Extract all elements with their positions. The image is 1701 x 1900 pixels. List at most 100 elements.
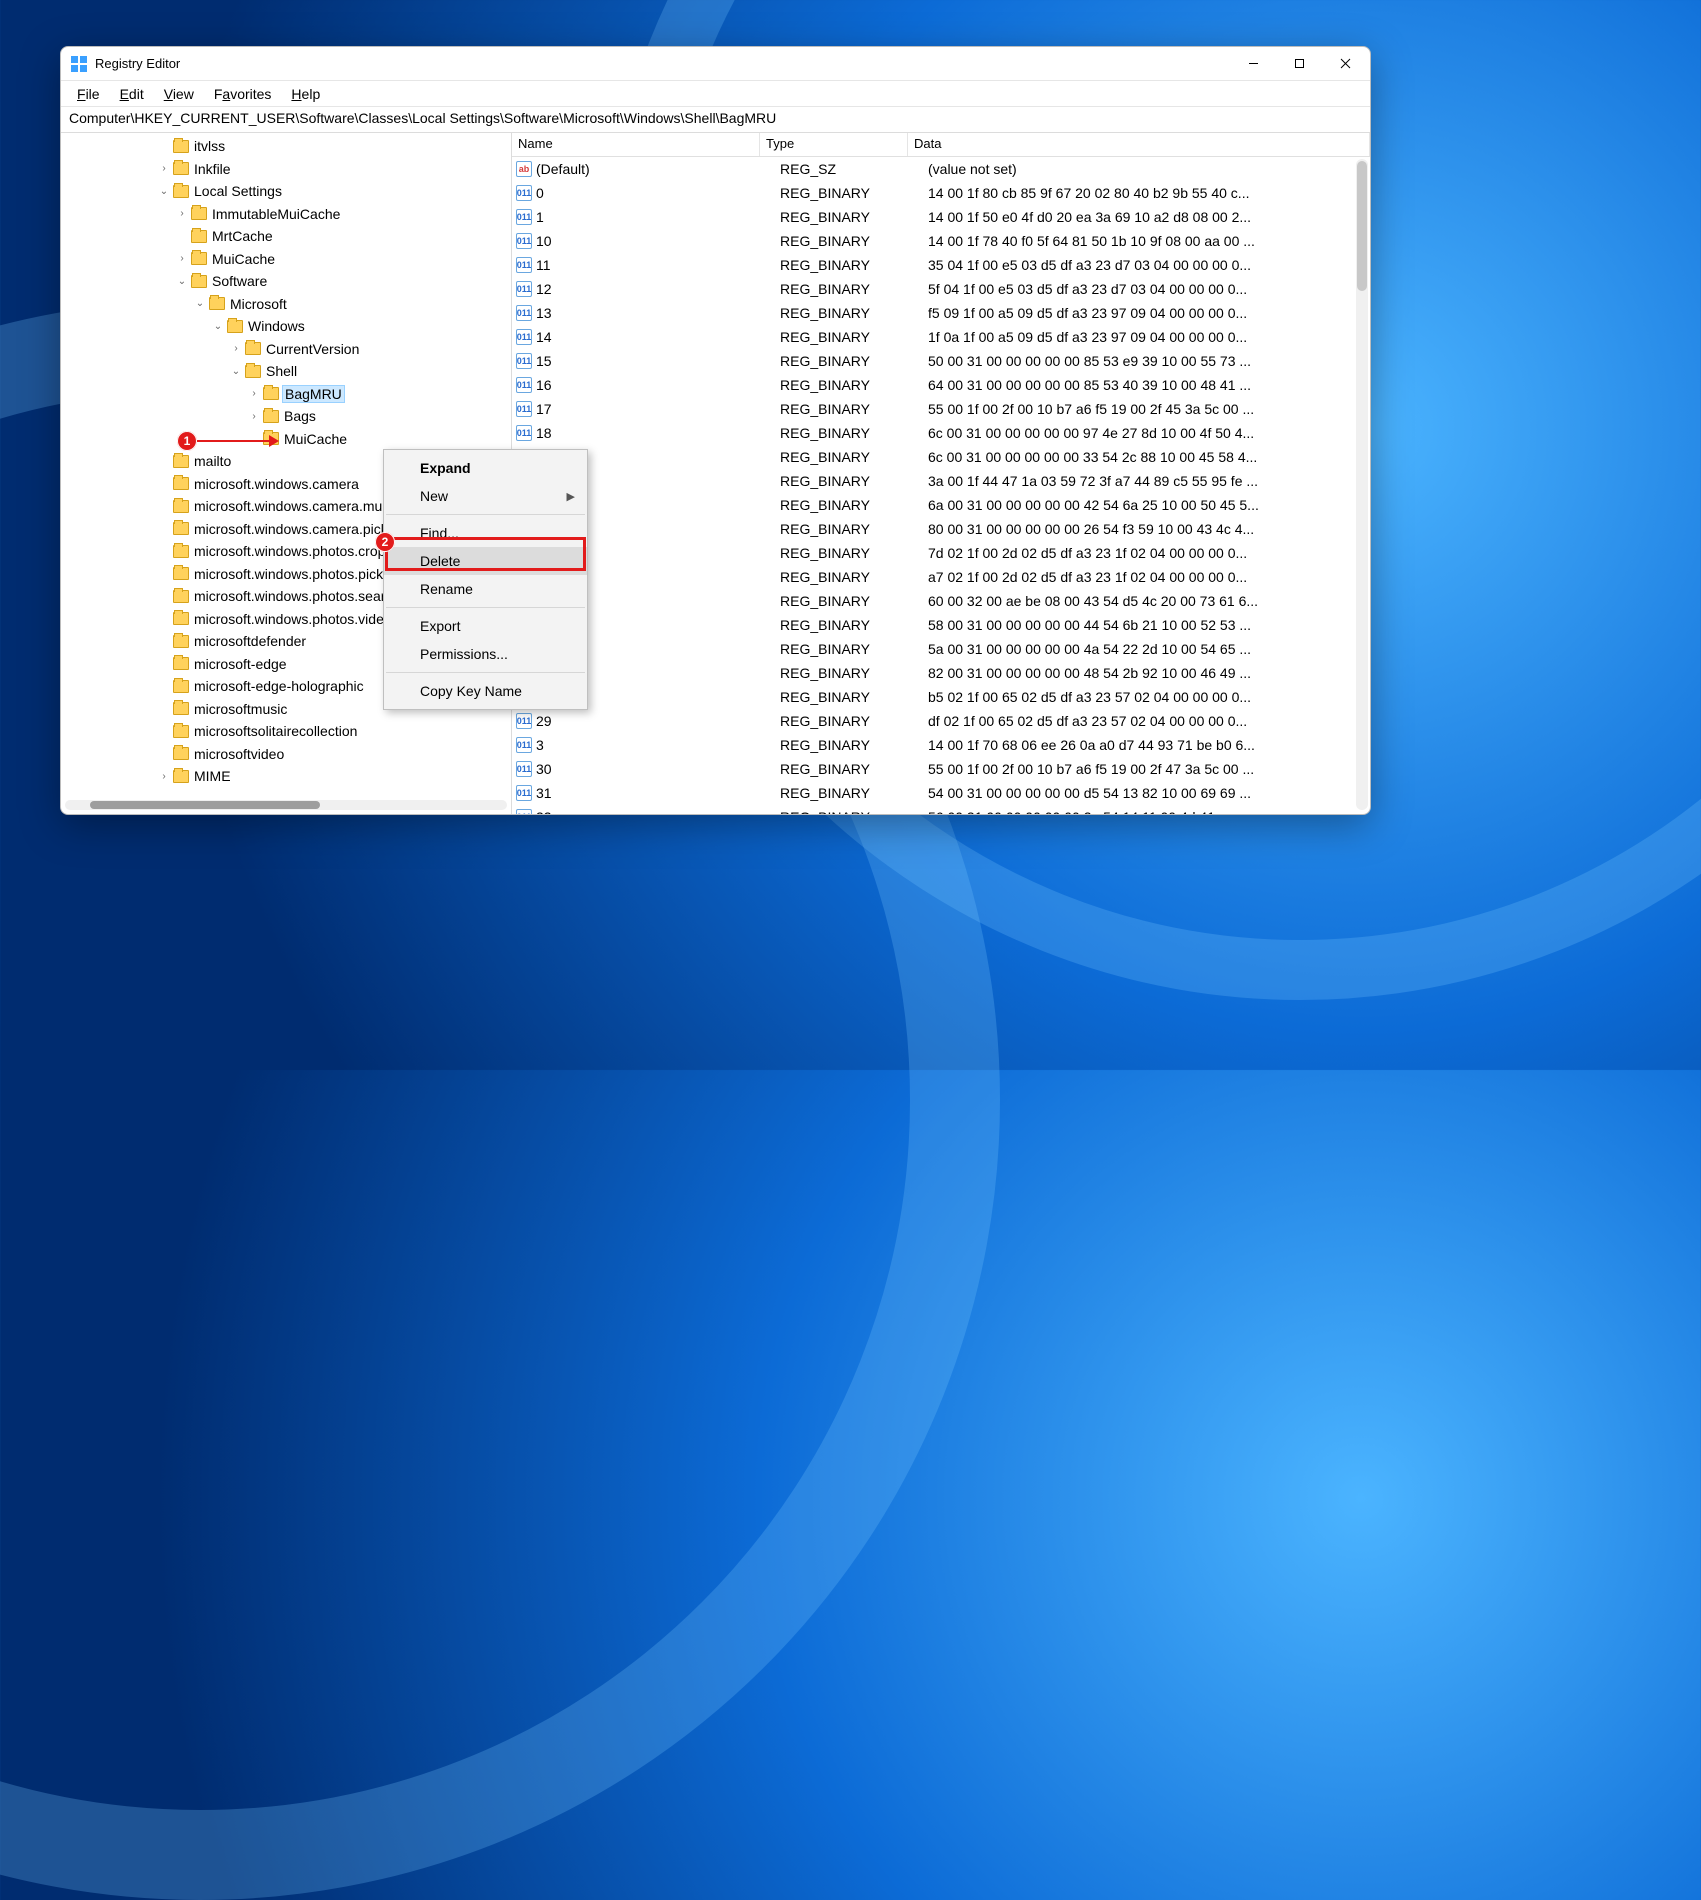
tree-item[interactable]: itvlss xyxy=(61,135,511,158)
cell-type: REG_BINARY xyxy=(780,809,928,814)
menu-help[interactable]: Help xyxy=(283,84,328,104)
column-header-name[interactable]: Name xyxy=(512,133,760,156)
chevron-right-icon[interactable]: › xyxy=(247,388,261,399)
value-row[interactable]: 01111REG_BINARY35 04 1f 00 e5 03 d5 df a… xyxy=(512,253,1370,277)
value-row[interactable]: 01121REG_BINARY80 00 31 00 00 00 00 00 2… xyxy=(512,517,1370,541)
menu-view[interactable]: View xyxy=(156,84,202,104)
value-row[interactable]: 01124REG_BINARY60 00 32 00 ae be 08 00 4… xyxy=(512,589,1370,613)
context-menu-expand[interactable]: Expand xyxy=(384,454,587,482)
context-menu-copy-key-name[interactable]: Copy Key Name xyxy=(384,677,587,705)
value-row[interactable]: 01113REG_BINARYf5 09 1f 00 a5 09 d5 df a… xyxy=(512,301,1370,325)
cell-data: 5a 00 31 00 00 00 00 00 4a 54 22 2d 10 0… xyxy=(928,641,1370,657)
value-row[interactable]: 0111REG_BINARY14 00 1f 50 e0 4f d0 20 ea… xyxy=(512,205,1370,229)
chevron-down-icon[interactable]: ⌄ xyxy=(229,366,243,377)
minimize-button[interactable] xyxy=(1230,48,1276,80)
close-button[interactable] xyxy=(1322,48,1368,80)
chevron-right-icon[interactable]: › xyxy=(175,253,189,264)
column-header-type[interactable]: Type xyxy=(760,133,908,156)
chevron-right-icon[interactable]: › xyxy=(229,343,243,354)
cell-type: REG_BINARY xyxy=(780,305,928,321)
tree-horizontal-scrollbar[interactable] xyxy=(65,800,507,810)
tree-item[interactable]: ›Bags xyxy=(61,405,511,428)
folder-icon xyxy=(245,342,261,355)
annotation-arrow-1 xyxy=(197,440,277,442)
value-row[interactable]: 01129REG_BINARYdf 02 1f 00 65 02 d5 df a… xyxy=(512,709,1370,733)
chevron-down-icon[interactable]: ⌄ xyxy=(157,186,171,197)
list-vertical-scrollbar[interactable] xyxy=(1356,159,1368,810)
tree-item[interactable]: microsoftvideo xyxy=(61,743,511,766)
tree-item[interactable]: ⌄Local Settings xyxy=(61,180,511,203)
tree-item[interactable]: MrtCache xyxy=(61,225,511,248)
tree-item-label: mailto xyxy=(194,453,231,469)
tree-item-label: MuiCache xyxy=(284,431,347,447)
cell-name: 11 xyxy=(536,257,780,273)
chevron-down-icon[interactable]: ⌄ xyxy=(175,276,189,287)
context-menu-export[interactable]: Export xyxy=(384,612,587,640)
tree-item[interactable]: ›CurrentVersion xyxy=(61,338,511,361)
address-bar[interactable]: Computer\HKEY_CURRENT_USER\Software\Clas… xyxy=(61,107,1370,133)
cell-name: 1 xyxy=(536,209,780,225)
chevron-right-icon[interactable]: › xyxy=(175,208,189,219)
value-row[interactable]: 01132REG_BINARY56 00 31 00 00 00 00 00 2… xyxy=(512,805,1370,814)
context-menu-rename[interactable]: Rename xyxy=(384,575,587,603)
value-row[interactable]: 01116REG_BINARY64 00 31 00 00 00 00 00 8… xyxy=(512,373,1370,397)
value-row[interactable]: 01125REG_BINARY58 00 31 00 00 00 00 00 4… xyxy=(512,613,1370,637)
menu-favorites[interactable]: Favorites xyxy=(206,84,280,104)
tree-item[interactable]: MuiCache xyxy=(61,428,511,451)
cell-data: 6a 00 31 00 00 00 00 00 42 54 6a 25 10 0… xyxy=(928,497,1370,513)
tree-item[interactable]: ›MIME xyxy=(61,765,511,788)
value-row[interactable]: 01128REG_BINARYb5 02 1f 00 65 02 d5 df a… xyxy=(512,685,1370,709)
menu-file[interactable]: File xyxy=(69,84,108,104)
value-row[interactable]: 01110REG_BINARY14 00 1f 78 40 f0 5f 64 8… xyxy=(512,229,1370,253)
value-row[interactable]: 01120REG_BINARY6a 00 31 00 00 00 00 00 4… xyxy=(512,493,1370,517)
value-row[interactable]: ab(Default)REG_SZ(value not set) xyxy=(512,157,1370,181)
context-menu-new[interactable]: New ▶ xyxy=(384,482,587,510)
cell-data: 60 00 32 00 ae be 08 00 43 54 d5 4c 20 0… xyxy=(928,593,1370,609)
cell-type: REG_BINARY xyxy=(780,713,928,729)
tree-item[interactable]: microsoftsolitairecollection xyxy=(61,720,511,743)
cell-data: 5f 04 1f 00 e5 03 d5 df a3 23 d7 03 04 0… xyxy=(928,281,1370,297)
folder-icon xyxy=(173,140,189,153)
value-row[interactable]: 0112REG_BINARY3a 00 1f 44 47 1a 03 59 72… xyxy=(512,469,1370,493)
cell-type: REG_BINARY xyxy=(780,521,928,537)
value-row[interactable]: 01131REG_BINARY54 00 31 00 00 00 00 00 d… xyxy=(512,781,1370,805)
menu-edit[interactable]: Edit xyxy=(112,84,152,104)
tree-item[interactable]: ⌄Software xyxy=(61,270,511,293)
chevron-right-icon[interactable]: › xyxy=(157,163,171,174)
value-row[interactable]: 01122REG_BINARY7d 02 1f 00 2d 02 d5 df a… xyxy=(512,541,1370,565)
tree-item[interactable]: ⌄Windows xyxy=(61,315,511,338)
tree-item[interactable]: ›Inkfile xyxy=(61,158,511,181)
list-vertical-scroll-thumb[interactable] xyxy=(1357,161,1367,291)
value-row[interactable]: 01127REG_BINARY82 00 31 00 00 00 00 00 4… xyxy=(512,661,1370,685)
cell-data: 50 00 31 00 00 00 00 00 85 53 e9 39 10 0… xyxy=(928,353,1370,369)
chevron-down-icon[interactable]: ⌄ xyxy=(193,298,207,309)
tree-item[interactable]: ⌄Microsoft xyxy=(61,293,511,316)
context-menu-permissions[interactable]: Permissions... xyxy=(384,640,587,668)
tree-horizontal-scroll-thumb[interactable] xyxy=(90,801,320,809)
tree-item[interactable]: ⌄Shell xyxy=(61,360,511,383)
tree-item-label: microsoft-edge-holographic xyxy=(194,678,364,694)
value-row[interactable]: 01123REG_BINARYa7 02 1f 00 2d 02 d5 df a… xyxy=(512,565,1370,589)
value-row[interactable]: 01126REG_BINARY5a 00 31 00 00 00 00 00 4… xyxy=(512,637,1370,661)
value-row[interactable]: 01119REG_BINARY6c 00 31 00 00 00 00 00 3… xyxy=(512,445,1370,469)
cell-name: 17 xyxy=(536,401,780,417)
chevron-down-icon[interactable]: ⌄ xyxy=(211,321,225,332)
tree-item[interactable]: ›MuiCache xyxy=(61,248,511,271)
chevron-right-icon[interactable]: › xyxy=(247,411,261,422)
folder-icon xyxy=(173,747,189,760)
value-row[interactable]: 01114REG_BINARY1f 0a 1f 00 a5 09 d5 df a… xyxy=(512,325,1370,349)
value-row[interactable]: 01130REG_BINARY55 00 1f 00 2f 00 10 b7 a… xyxy=(512,757,1370,781)
value-row[interactable]: 01117REG_BINARY55 00 1f 00 2f 00 10 b7 a… xyxy=(512,397,1370,421)
maximize-button[interactable] xyxy=(1276,48,1322,80)
value-row[interactable]: 01118REG_BINARY6c 00 31 00 00 00 00 00 9… xyxy=(512,421,1370,445)
value-row[interactable]: 0113REG_BINARY14 00 1f 70 68 06 ee 26 0a… xyxy=(512,733,1370,757)
value-row[interactable]: 01115REG_BINARY50 00 31 00 00 00 00 00 8… xyxy=(512,349,1370,373)
tree-item[interactable]: ›ImmutableMuiCache xyxy=(61,203,511,226)
titlebar[interactable]: Registry Editor xyxy=(61,47,1370,81)
column-header-data[interactable]: Data xyxy=(908,133,1370,156)
value-row[interactable]: 0110REG_BINARY14 00 1f 80 cb 85 9f 67 20… xyxy=(512,181,1370,205)
chevron-right-icon[interactable]: › xyxy=(157,771,171,782)
value-row[interactable]: 01112REG_BINARY5f 04 1f 00 e5 03 d5 df a… xyxy=(512,277,1370,301)
folder-icon xyxy=(173,635,189,648)
tree-item[interactable]: ›BagMRU xyxy=(61,383,511,406)
